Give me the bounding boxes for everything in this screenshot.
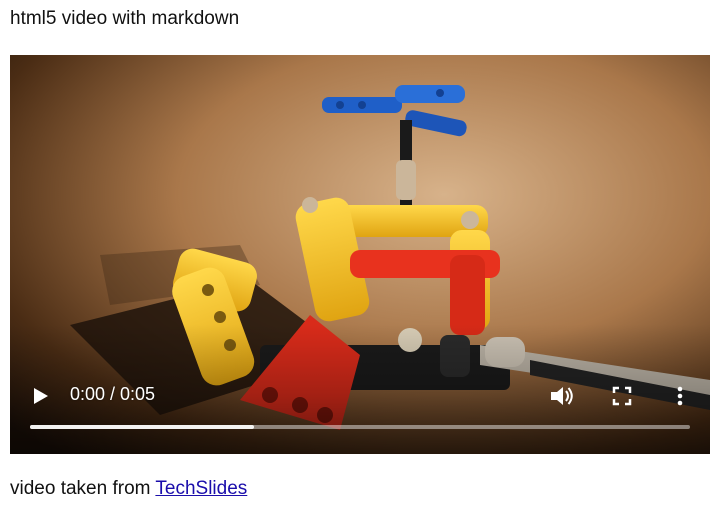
caption-prefix: video taken from xyxy=(10,478,156,499)
video-player[interactable]: 0:00 / 0:05 xyxy=(10,55,710,454)
play-button[interactable] xyxy=(28,381,54,411)
more-options-button[interactable] xyxy=(668,382,692,410)
time-display: 0:00 / 0:05 xyxy=(70,384,156,404)
techslides-link[interactable]: TechSlides xyxy=(155,478,247,499)
progress-bar[interactable] xyxy=(30,425,690,429)
video-caption: video taken from TechSlides xyxy=(10,477,247,501)
page-heading: html5 video with markdown xyxy=(10,8,240,29)
volume-button[interactable] xyxy=(548,382,576,410)
volume-icon xyxy=(551,387,573,405)
fullscreen-icon xyxy=(612,386,632,406)
buffered-progress xyxy=(30,425,255,429)
more-options-icon xyxy=(677,386,683,406)
play-icon xyxy=(34,388,48,404)
fullscreen-button[interactable] xyxy=(608,382,636,410)
